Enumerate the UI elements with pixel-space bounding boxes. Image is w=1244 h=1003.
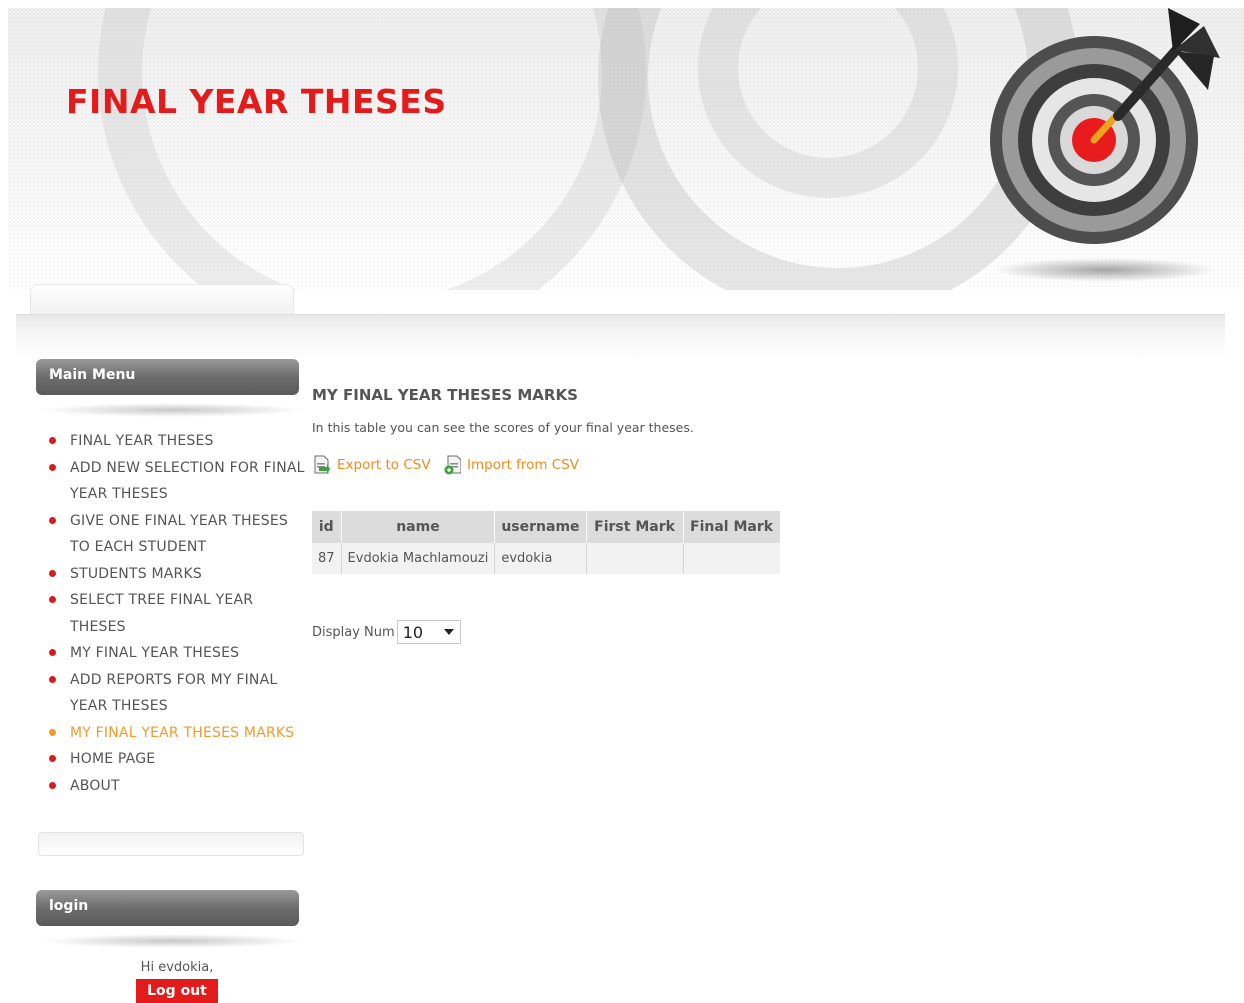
bullet-dot-icon (49, 675, 56, 683)
table-row[interactable]: 87 Evdokia Machlamouzi evdokia (312, 543, 780, 574)
bullet-dot-icon (49, 755, 56, 762)
module-shadow (40, 403, 305, 417)
bullet-dot-icon (49, 649, 56, 656)
column-header-id[interactable]: id (312, 511, 342, 543)
csv-import-icon (444, 455, 461, 475)
menu-item-label: MY FINAL YEAR THESES MARKS (70, 724, 295, 741)
menu-item-select-tree[interactable]: SELECT TREE FINAL YEAR THESES (48, 587, 306, 640)
export-csv-link[interactable]: Export to CSV (313, 455, 431, 475)
import-csv-link[interactable]: Import from CSV (443, 455, 579, 475)
module-shadow (40, 934, 305, 948)
decorative-ring (98, 8, 646, 290)
site-title: FINAL YEAR THESES (66, 82, 447, 121)
menu-item-label: GIVE ONE FINAL YEAR THESES TO EACH STUDE… (70, 512, 289, 556)
menu-item-students-marks[interactable]: STUDENTS MARKS (48, 561, 306, 588)
menu-item-label: ADD REPORTS FOR MY FINAL YEAR THESES (70, 671, 278, 715)
menu-item-give-theses[interactable]: GIVE ONE FINAL YEAR THESES TO EACH STUDE… (48, 508, 306, 561)
menu-item-my-theses-marks[interactable]: MY FINAL YEAR THESES MARKS (48, 720, 306, 747)
chevron-down-icon (443, 629, 454, 635)
cell-name: Evdokia Machlamouzi (341, 543, 496, 574)
bullet-dot-icon (49, 781, 56, 789)
menu-item-add-new-selection[interactable]: ADD NEW SELECTION FOR FINAL YEAR THESES (48, 455, 306, 508)
column-header-name[interactable]: name (341, 511, 496, 543)
menu-item-label: ABOUT (70, 777, 120, 794)
menu-item-label: SELECT TREE FINAL YEAR THESES (70, 592, 254, 635)
menu-item-my-theses[interactable]: MY FINAL YEAR THESES (48, 640, 306, 667)
target-dart-icon (990, 8, 1220, 282)
bullet-dot-icon (49, 569, 56, 577)
display-num-value: 10 (402, 622, 424, 642)
bullet-dot-icon (49, 728, 56, 736)
menu-footer (38, 832, 304, 856)
header-tab (30, 284, 294, 317)
menu-item-final-year-theses[interactable]: FINAL YEAR THESES (48, 428, 306, 455)
page-title: MY FINAL YEAR THESES MARKS (312, 386, 578, 404)
menu-item-label: HOME PAGE (70, 751, 156, 767)
main-menu: FINAL YEAR THESES ADD NEW SELECTION FOR … (48, 428, 306, 799)
column-header-username[interactable]: username (494, 511, 587, 543)
menu-item-label: FINAL YEAR THESES (70, 433, 214, 449)
menu-item-add-reports[interactable]: ADD REPORTS FOR MY FINAL YEAR THESES (48, 667, 306, 720)
display-num-control: Display Num 10 (312, 620, 461, 644)
cell-final-mark (683, 543, 780, 574)
bullet-dot-icon (49, 463, 56, 471)
page: FINAL YEAR THESES Main Menu FINAL YEAR T… (0, 0, 1244, 1003)
import-csv-label: Import from CSV (467, 457, 580, 473)
menu-item-label: ADD NEW SELECTION FOR FINAL YEAR THESES (70, 459, 305, 503)
page-description: In this table you can see the scores of … (312, 420, 694, 435)
export-csv-label: Export to CSV (337, 457, 431, 473)
logout-button[interactable]: Log out (136, 979, 218, 1003)
main-menu-title: Main Menu (36, 359, 299, 395)
cell-first-mark (586, 543, 684, 574)
nav-bar (16, 314, 1225, 361)
site-header: FINAL YEAR THESES (8, 8, 1244, 290)
login-title: login (36, 890, 299, 926)
display-num-select[interactable]: 10 (396, 620, 461, 644)
display-num-label: Display Num (312, 624, 395, 640)
cell-id: 87 (312, 543, 342, 574)
table-header-row: id name username First Mark Final Mark (312, 511, 780, 543)
column-header-final-mark[interactable]: Final Mark (683, 511, 780, 543)
column-header-first-mark[interactable]: First Mark (586, 511, 684, 543)
menu-item-home-page[interactable]: HOME PAGE (48, 746, 306, 773)
cell-username: evdokia (494, 543, 587, 574)
menu-item-label: MY FINAL YEAR THESES (70, 645, 240, 661)
menu-item-about[interactable]: ABOUT (48, 773, 306, 800)
menu-item-label: STUDENTS MARKS (70, 565, 202, 582)
bullet-dot-icon (49, 596, 56, 603)
marks-table: id name username First Mark Final Mark 8… (312, 511, 780, 574)
csv-export-icon (314, 455, 330, 474)
greeting-text: Hi evdokia, (140, 960, 214, 975)
bullet-dot-icon (49, 437, 56, 444)
bullet-dot-icon (49, 516, 56, 524)
